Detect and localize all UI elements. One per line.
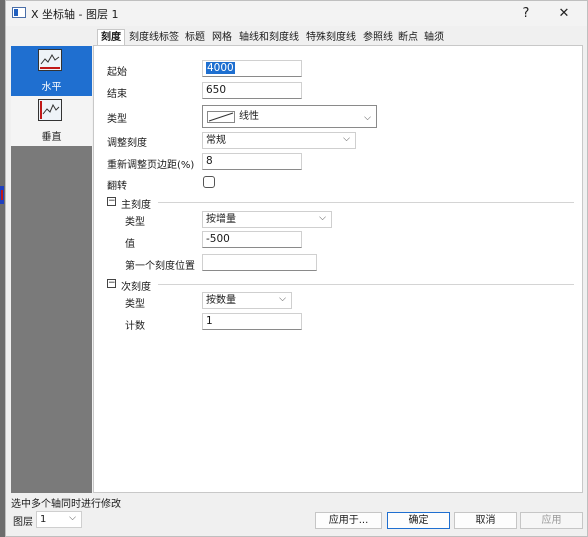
minor-count-label: 计数 bbox=[125, 321, 145, 332]
tab-line-and-ticks[interactable]: 轴线和刻度线 bbox=[235, 29, 303, 46]
rescale-value: 常规 bbox=[206, 135, 226, 146]
major-type-dropdown[interactable]: 按增量 ⌵ bbox=[202, 211, 332, 228]
first-tick-label: 第一个刻度位置 bbox=[125, 261, 195, 272]
sidebar-item-vertical[interactable]: 垂直 bbox=[11, 96, 92, 146]
major-type-value: 按增量 bbox=[206, 214, 236, 225]
background-plot-edge bbox=[0, 186, 4, 204]
end-field[interactable]: 650 bbox=[202, 82, 302, 99]
title-bar: X 坐标轴 - 图层 1 ? ✕ bbox=[6, 1, 587, 26]
major-divider bbox=[158, 202, 574, 203]
type-value: 线性 bbox=[239, 111, 259, 122]
start-label: 起始 bbox=[107, 67, 127, 78]
rescale-margin-field[interactable]: 8 bbox=[202, 153, 302, 170]
tab-reference-lines[interactable]: 参照线 bbox=[359, 29, 397, 46]
rescale-dropdown[interactable]: 常规 ⌵ bbox=[202, 132, 356, 149]
type-label: 类型 bbox=[107, 114, 127, 125]
tab-tick-labels[interactable]: 刻度线标签 bbox=[125, 29, 183, 46]
apply-to-button[interactable]: 应用于... bbox=[315, 512, 382, 529]
help-button[interactable]: ? bbox=[506, 1, 546, 26]
major-type-label: 类型 bbox=[125, 217, 145, 228]
linear-scale-icon bbox=[207, 111, 235, 123]
first-tick-field[interactable] bbox=[202, 254, 317, 271]
sidebar-item-horizontal[interactable]: 水平 bbox=[11, 46, 92, 96]
major-header: 主刻度 bbox=[121, 200, 151, 211]
layer-label: 图层 bbox=[13, 517, 33, 528]
tab-axis-rug[interactable]: 轴须 bbox=[420, 29, 448, 46]
sidebar-item-label: 垂直 bbox=[41, 132, 62, 143]
major-value-label: 值 bbox=[125, 239, 135, 250]
minor-type-label: 类型 bbox=[125, 299, 145, 310]
axis-dialog: X 坐标轴 - 图层 1 ? ✕ 水平 垂直 刻度 刻度线标签 标题 网格 轴线… bbox=[5, 0, 588, 537]
chevron-down-icon: ⌵ bbox=[364, 113, 371, 123]
start-value: 4000 bbox=[206, 62, 235, 74]
tab-title[interactable]: 标题 bbox=[181, 29, 209, 46]
vertical-axis-icon bbox=[38, 99, 62, 121]
major-value-field[interactable]: -500 bbox=[202, 231, 302, 248]
tab-breaks[interactable]: 断点 bbox=[394, 29, 422, 46]
minor-collapse-toggle[interactable]: − bbox=[107, 279, 116, 288]
minor-type-dropdown[interactable]: 按数量 ⌵ bbox=[202, 292, 292, 309]
chevron-down-icon: ⌵ bbox=[319, 213, 326, 223]
chevron-down-icon: ⌵ bbox=[343, 134, 350, 144]
start-field[interactable]: 4000 bbox=[202, 60, 302, 77]
tab-special-ticks[interactable]: 特殊刻度线 bbox=[302, 29, 360, 46]
horizontal-axis-icon bbox=[38, 49, 62, 71]
minor-header: 次刻度 bbox=[121, 282, 151, 293]
type-dropdown[interactable]: 线性 ⌵ bbox=[202, 105, 377, 128]
window-icon bbox=[12, 7, 26, 18]
layer-dropdown[interactable]: 1 ⌵ bbox=[36, 511, 82, 528]
apply-button[interactable]: 应用 bbox=[520, 512, 583, 529]
layer-value: 1 bbox=[40, 514, 47, 525]
window-title: X 坐标轴 - 图层 1 bbox=[31, 8, 119, 21]
sidebar-item-label: 水平 bbox=[41, 82, 62, 93]
minor-type-value: 按数量 bbox=[206, 295, 236, 306]
minor-count-field[interactable]: 1 bbox=[202, 313, 302, 330]
close-button[interactable]: ✕ bbox=[544, 1, 584, 26]
rescale-label: 调整刻度 bbox=[107, 138, 147, 149]
tab-grids[interactable]: 网格 bbox=[208, 29, 236, 46]
flip-checkbox[interactable] bbox=[203, 176, 215, 188]
status-hint: 选中多个轴同时进行修改 bbox=[11, 499, 121, 510]
cancel-button[interactable]: 取消 bbox=[454, 512, 517, 529]
ok-button[interactable]: 确定 bbox=[387, 512, 450, 529]
chevron-down-icon: ⌵ bbox=[279, 294, 286, 304]
minor-divider bbox=[158, 284, 574, 285]
scale-panel: 起始 4000 结束 650 类型 线性 ⌵ 调整刻度 常规 ⌵ 重新调整页边距… bbox=[93, 45, 583, 493]
end-label: 结束 bbox=[107, 89, 127, 100]
chevron-down-icon: ⌵ bbox=[69, 513, 76, 523]
major-collapse-toggle[interactable]: − bbox=[107, 197, 116, 206]
rescale-margin-label: 重新调整页边距(%) bbox=[107, 160, 195, 171]
tab-scale[interactable]: 刻度 bbox=[97, 29, 125, 46]
axis-sidebar: 水平 垂直 bbox=[11, 46, 92, 493]
flip-label: 翻转 bbox=[107, 181, 127, 192]
